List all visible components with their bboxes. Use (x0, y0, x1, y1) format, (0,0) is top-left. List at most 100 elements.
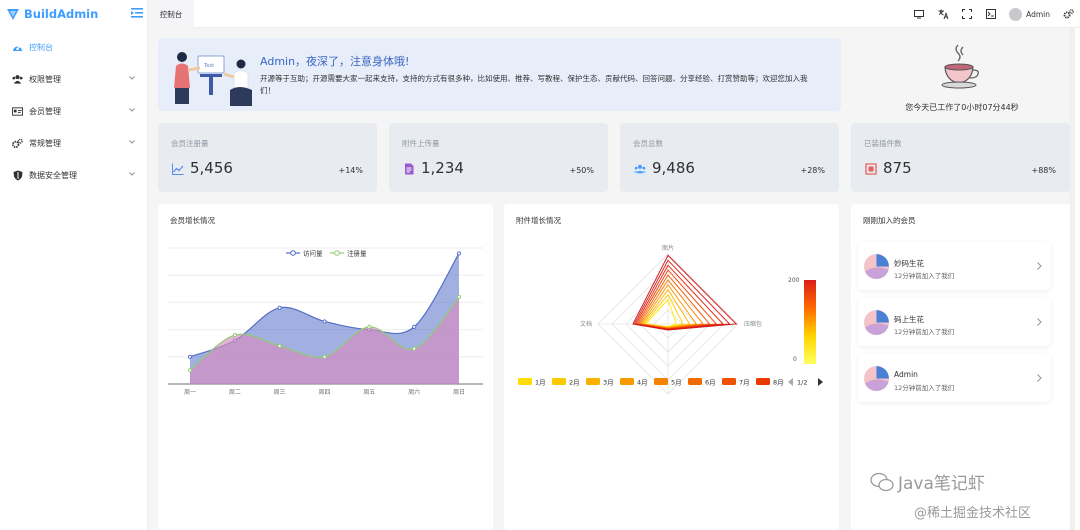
x-tick-label: 周二 (229, 389, 241, 396)
stat-value: 875 (883, 159, 912, 177)
visualmap-min: 0 (793, 356, 797, 363)
welcome-title: Admin，夜深了，注意身体哦! (260, 55, 410, 68)
member-item[interactable]: Admin 12分钟前加入了我们 (858, 354, 1051, 402)
data-point (456, 294, 462, 300)
stat-label: 会员注册量 (171, 139, 209, 148)
visualmap-bar[interactable] (804, 280, 816, 364)
x-tick-label: 周一 (184, 389, 196, 396)
chevron-down-icon (129, 108, 135, 112)
member-name: 妙码生花 (894, 259, 924, 268)
chevron-right-icon (1037, 318, 1042, 326)
scrollbar[interactable] (1070, 28, 1075, 530)
attachment-growth-card: 附件增长情况 图片压缩包音频文档1月2月3月4月5月6月7月8月1/2 200 … (504, 204, 839, 530)
sidebar-item-members[interactable]: 会员管理 (0, 95, 147, 127)
legend-swatch (688, 378, 702, 385)
stat-value: 5,456 (190, 159, 233, 177)
member-join-time: 12分钟前加入了我们 (894, 272, 955, 280)
x-tick-label: 周四 (318, 389, 330, 396)
legend-next-icon (818, 378, 823, 386)
menu-fold-icon[interactable] (131, 8, 143, 18)
sidebar-item-permission[interactable]: 权限管理 (0, 63, 147, 95)
legend-prev-icon (788, 378, 793, 386)
header: 控制台 Admin (148, 0, 1080, 28)
legend-label: 8月 (773, 379, 784, 387)
member-growth-card: 会员增长情况 周一 周二 周三 周四 周五 周六 周日 访问量 注册量 (158, 204, 493, 530)
sidebar-item-label: 控制台 (29, 42, 53, 52)
stat-label: 附件上传量 (402, 139, 440, 148)
legend-label: 5月 (671, 379, 682, 387)
legend-label: 4月 (637, 379, 648, 387)
watermark-text: Java笔记虾 (898, 474, 985, 494)
dashboard-icon (12, 42, 23, 53)
wechat-icon (870, 472, 894, 491)
stat-change: +50% (569, 166, 594, 175)
legend-swatch (586, 378, 600, 385)
member-join-time: 12分钟前加入了我们 (894, 328, 955, 336)
radar-indicator-label: 压缩包 (744, 320, 762, 328)
plugin-icon (865, 163, 877, 175)
settings-icon[interactable] (1056, 0, 1080, 28)
chevron-down-icon (129, 140, 135, 144)
dashboard-main: Text Admin，夜深了，注意身体哦! 开源等于互助；开源需要大家一起来支持… (148, 28, 1075, 530)
welcome-illustration: Text (174, 52, 252, 106)
card-title: 刚刚加入的会员 (863, 216, 916, 225)
sidebar-item-label: 数据安全管理 (29, 170, 77, 180)
watermark-source: @稀土掘金技术社区 (914, 506, 1032, 521)
worktime-panel: 您今天已工作了0小时07分44秒 (851, 38, 1073, 112)
coffee-cup-icon (941, 44, 979, 89)
sidebar-item-label: 权限管理 (29, 74, 61, 84)
chevron-down-icon (129, 172, 135, 176)
watermark: Java笔记虾 (870, 469, 985, 494)
fullscreen-icon[interactable] (955, 0, 979, 28)
file-text-icon (405, 163, 414, 175)
member-item[interactable]: 码上生花 12分钟前加入了我们 (858, 298, 1051, 346)
stat-card-plugin-installed: 已装插件数 875 +88% (851, 123, 1070, 192)
sidebar-item-security[interactable]: 数据安全管理 (0, 159, 147, 191)
data-point (367, 324, 372, 329)
sidebar-menu: 控制台 权限管理 会员管理 常规管理 数据安全管理 (0, 31, 147, 191)
chevron-right-icon (1037, 262, 1042, 270)
welcome-description: 开源等于互助；开源需要大家一起来支持，支持的方式有很多种，比如使用、推荐、写教程… (260, 74, 808, 95)
translate-icon[interactable] (931, 0, 955, 28)
stat-change: +14% (338, 166, 363, 175)
legend-swatch (756, 378, 770, 385)
gears-icon (12, 138, 23, 149)
legend-swatch (518, 378, 532, 385)
legend-marker (290, 250, 296, 256)
stat-value: 9,486 (652, 159, 695, 177)
stat-change: +28% (800, 166, 825, 175)
monitor-icon[interactable] (907, 0, 931, 28)
tab-dashboard[interactable]: 控制台 (148, 0, 194, 28)
data-point (232, 332, 237, 338)
card-title: 会员增长情况 (170, 216, 215, 225)
legend-label: 2月 (569, 379, 580, 387)
member-avatar (864, 366, 889, 391)
logo[interactable]: BuildAdmin (0, 0, 147, 28)
sidebar-item-dashboard[interactable]: 控制台 (0, 31, 147, 63)
legend-marker (334, 250, 340, 256)
member-item[interactable]: 妙码生花 12分钟前加入了我们 (858, 242, 1051, 290)
users-icon (12, 74, 23, 85)
data-point (412, 346, 417, 351)
terminal-icon[interactable] (979, 0, 1003, 28)
member-name: 码上生花 (894, 315, 924, 324)
member-avatar (864, 310, 889, 335)
avatar (1009, 7, 1023, 21)
sidebar-item-general[interactable]: 常规管理 (0, 127, 147, 159)
legend-swatch (552, 378, 566, 385)
data-point (322, 319, 327, 324)
chevron-down-icon (129, 76, 135, 80)
worktime-text: 您今天已工作了0小时07分44秒 (905, 103, 1019, 112)
user-menu[interactable]: Admin (1009, 7, 1050, 21)
card-title: 附件增长情况 (516, 216, 561, 225)
data-point (412, 324, 417, 329)
users-group-icon (634, 164, 646, 174)
user-name: Admin (1026, 9, 1050, 19)
legend-label: 1月 (535, 379, 546, 387)
legend-label: 7月 (739, 379, 750, 387)
legend-label: 访问量 (303, 249, 323, 258)
toolbar: Admin (907, 0, 1080, 28)
sidebar-item-label: 常规管理 (29, 138, 61, 148)
legend-swatch (620, 378, 634, 385)
sidebar-item-label: 会员管理 (29, 106, 61, 116)
